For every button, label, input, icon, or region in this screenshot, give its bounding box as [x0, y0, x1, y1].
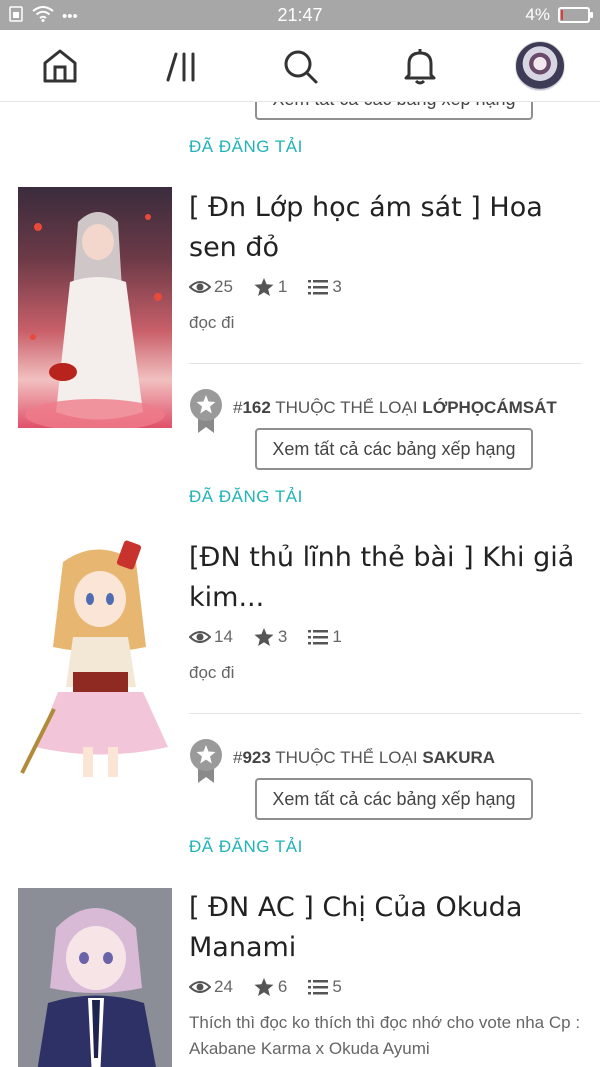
ranking-row: #162 THUỘC THỂ LOẠI LỚPHỌCÁMSÁT: [189, 388, 589, 433]
library-icon: [166, 52, 195, 82]
votes-count: 3: [277, 627, 288, 646]
ranking-ribbon-icon: [190, 389, 222, 433]
posted-label: ĐÃ ĐĂNG TẢI: [189, 837, 303, 856]
story-title[interactable]: [ ĐN AC ] Chị Của Okuda Manami: [189, 888, 581, 968]
list-icon: [308, 980, 329, 995]
story-description: Thích thì đọc ko thích thì đọc nhớ cho v…: [189, 1013, 581, 1058]
reads-count: 25: [214, 277, 233, 296]
library-button[interactable]: [160, 44, 204, 88]
list-icon: [308, 630, 329, 645]
reads-stat: 25: [189, 277, 233, 297]
eye-icon: [189, 631, 211, 643]
votes-count: 1: [277, 277, 288, 296]
reads-count: 24: [214, 977, 233, 996]
star-icon: [254, 978, 274, 996]
story-cover[interactable]: [18, 187, 172, 428]
votes-stat: 3: [253, 627, 287, 647]
story-title[interactable]: [ĐN thủ lĩnh thẻ bài ] Khi giả kim...: [189, 538, 581, 618]
see-all-rankings-button[interactable]: Xem tất cả các bảng xếp hạng: [255, 778, 533, 820]
battery-icon: [558, 7, 593, 23]
cover-art: [25, 212, 165, 428]
ranking-row: #923 THUỘC THỂ LOẠI SAKURA: [189, 738, 589, 783]
eye-icon: [189, 281, 211, 293]
story-stats: 25 1 3: [189, 276, 362, 298]
votes-count: 6: [277, 977, 288, 996]
status-bar: ••• 21:47 4%: [0, 0, 600, 30]
ranking-text: #923 THUỘC THỂ LOẠI SAKURA: [233, 748, 496, 767]
reads-stat: 14: [189, 627, 233, 647]
cover-art: [37, 908, 156, 1067]
story-description: đọc đi: [189, 313, 235, 332]
search-button[interactable]: [278, 44, 322, 88]
ranking-ribbon-icon: [190, 739, 222, 783]
parts-count: 5: [332, 977, 342, 996]
votes-stat: 1: [253, 277, 287, 297]
top-nav: [0, 30, 600, 102]
ranking-text: #162 THUỘC THỂ LOẠI LỚPHỌCÁMSÁT: [233, 398, 557, 417]
story-description: đọc đi: [189, 663, 235, 682]
reads-stat: 24: [189, 977, 233, 997]
battery-percent: 4%: [525, 5, 550, 24]
story-title[interactable]: [ Đn Lớp học ám sát ] Hoa sen đỏ: [189, 188, 581, 268]
see-all-rankings-button[interactable]: Xem tất cả các bảng xếp hạng: [255, 102, 533, 120]
list-icon: [308, 280, 329, 295]
parts-count: 1: [332, 627, 342, 646]
status-right: 4%: [525, 5, 593, 25]
star-icon: [254, 628, 274, 646]
parts-count: 3: [332, 277, 342, 296]
votes-stat: 6: [253, 977, 287, 997]
star-icon: [254, 278, 274, 296]
profile-avatar[interactable]: [515, 41, 565, 91]
eye-icon: [189, 981, 211, 993]
parts-stat: 1: [307, 627, 342, 647]
notifications-button[interactable]: [398, 44, 442, 88]
divider: [189, 713, 581, 714]
reads-count: 14: [214, 627, 233, 646]
home-icon: [43, 49, 77, 83]
see-all-rankings-button[interactable]: Xem tất cả các bảng xếp hạng: [255, 428, 533, 470]
parts-stat: 3: [307, 277, 342, 297]
battery-level: [561, 10, 563, 20]
parts-stat: 5: [307, 977, 342, 997]
cover-art: [20, 540, 168, 777]
bell-icon: [404, 49, 436, 85]
story-cover[interactable]: [18, 537, 172, 778]
story-cover[interactable]: [18, 888, 172, 1067]
search-icon: [284, 50, 318, 84]
clock: 21:47: [277, 5, 323, 25]
home-button[interactable]: [38, 44, 82, 88]
story-stats: 14 3 1: [189, 626, 362, 648]
divider: [189, 363, 581, 364]
posted-label: ĐÃ ĐĂNG TẢI: [189, 487, 303, 506]
feed: Xem tất cả các bảng xếp hạng ĐÃ ĐĂNG TẢI…: [0, 102, 600, 1067]
story-stats: 24 6 5: [189, 976, 362, 998]
posted-label: ĐÃ ĐĂNG TẢI: [189, 137, 303, 156]
